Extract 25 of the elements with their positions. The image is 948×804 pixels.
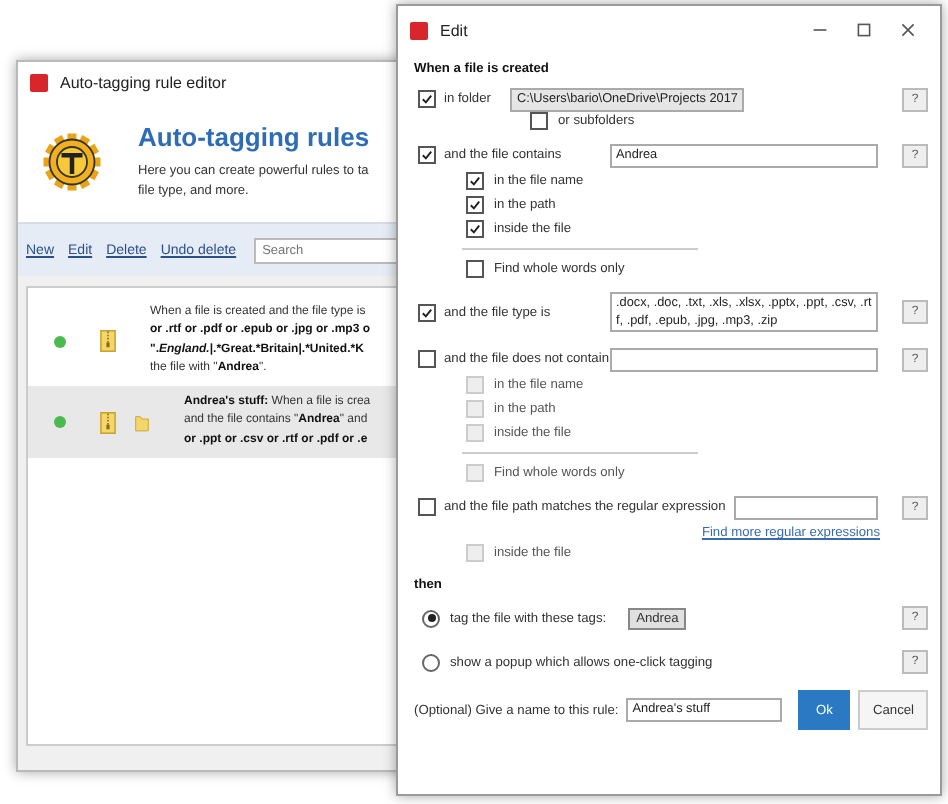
checkbox[interactable] <box>466 220 484 238</box>
page-title: Auto-tagging rules <box>138 122 370 153</box>
app-icon <box>410 21 428 39</box>
checkbox[interactable] <box>466 172 484 190</box>
folder-icon <box>134 411 150 434</box>
radio-button[interactable] <box>422 609 440 627</box>
app-icon <box>30 73 48 91</box>
window-title: Edit <box>440 21 468 39</box>
close-icon[interactable] <box>900 22 916 38</box>
maximize-icon[interactable] <box>856 22 872 38</box>
checkbox[interactable] <box>466 196 484 214</box>
input-field[interactable] <box>610 347 878 371</box>
checkbox[interactable] <box>418 146 436 164</box>
checkbox[interactable] <box>418 498 436 516</box>
checkbox[interactable] <box>418 303 436 321</box>
checkbox[interactable] <box>418 90 436 108</box>
gear-logo-icon <box>42 132 102 192</box>
archive-icon <box>100 330 116 353</box>
checkbox[interactable] <box>466 260 484 278</box>
checkbox[interactable] <box>418 350 436 368</box>
archive-icon <box>100 411 116 434</box>
input-field[interactable] <box>733 495 878 519</box>
checkbox[interactable] <box>530 112 548 130</box>
window-title: Auto-tagging rule editor <box>60 73 227 91</box>
radio-button[interactable] <box>422 653 440 671</box>
